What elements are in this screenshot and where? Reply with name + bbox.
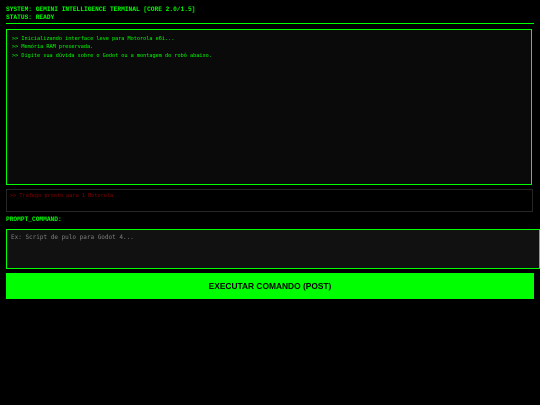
- status-text: STATUS: READY: [6, 14, 55, 21]
- console-line: >> Inicializando interface leve para Mot…: [12, 36, 175, 42]
- header-divider: [6, 23, 534, 24]
- error-log-panel: >> Tráfego pronto para 1 Motorola: [6, 189, 533, 212]
- console-line: >> Digite sua dúvida sobre o Godot ou a …: [12, 52, 212, 59]
- terminal-header: SYSTEM: GEMINI INTELLIGENCE TERMINAL [CO…: [6, 6, 534, 22]
- system-title: SYSTEM: GEMINI INTELLIGENCE TERMINAL [CO…: [6, 6, 196, 13]
- output-console[interactable]: >> Inicializando interface leve para Mot…: [6, 29, 532, 185]
- console-line: >> Memória RAM preservada.: [12, 44, 94, 51]
- execute-command-button[interactable]: EXECUTAR COMANDO (POST): [6, 273, 534, 299]
- error-message: >> Tráfego pronto para 1 Motorola: [10, 193, 114, 199]
- prompt-command-input[interactable]: [6, 229, 540, 269]
- prompt-label: PROMPT_COMMAND:: [6, 216, 62, 223]
